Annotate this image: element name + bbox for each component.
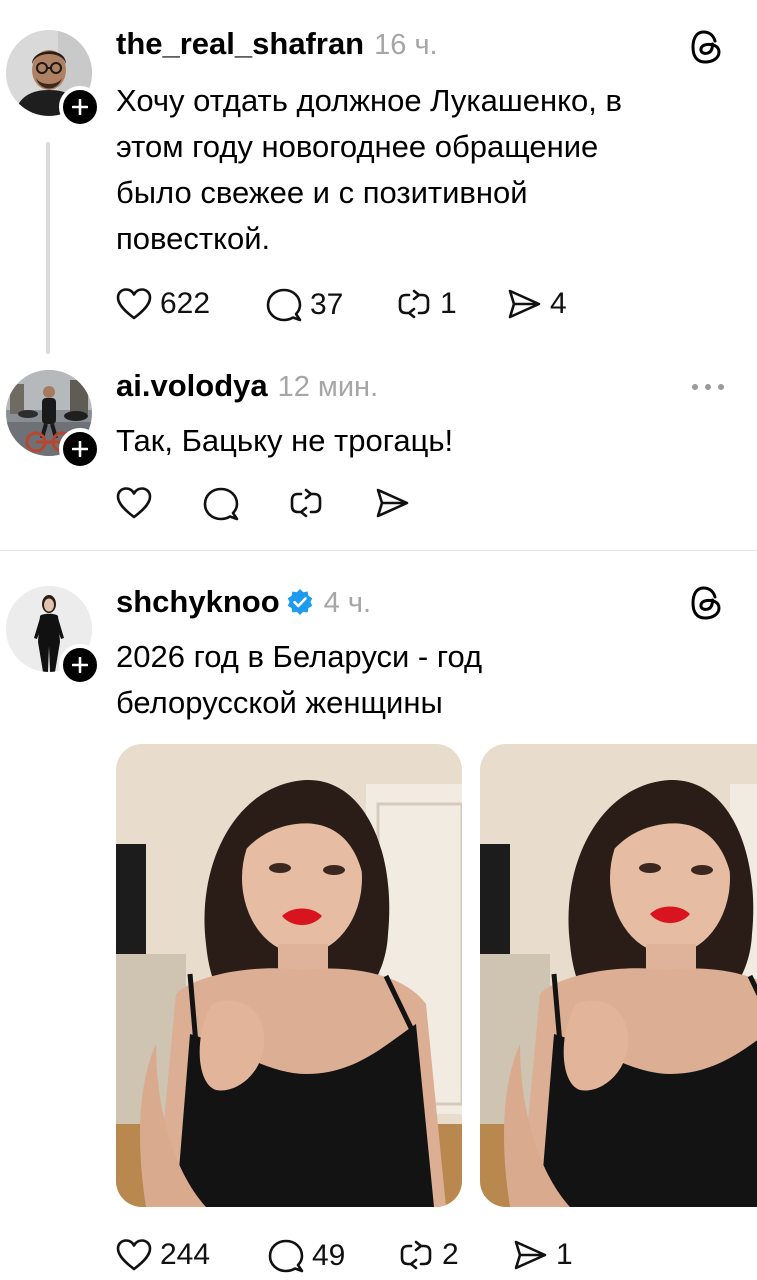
- like-count: 622: [160, 287, 211, 320]
- follow-plus-button[interactable]: [59, 428, 101, 470]
- username[interactable]: shchyknoo: [116, 584, 280, 620]
- repost-button[interactable]: 2: [398, 1238, 459, 1272]
- share-button[interactable]: [374, 486, 410, 520]
- like-button[interactable]: 622: [116, 287, 210, 321]
- plus-icon: [72, 441, 88, 457]
- plus-icon: [72, 99, 88, 115]
- heart-icon: [116, 1239, 152, 1271]
- repost-icon: [398, 289, 430, 319]
- follow-plus-button[interactable]: [59, 86, 101, 128]
- threads-logo-icon[interactable]: [690, 584, 724, 627]
- share-count: 1: [556, 1238, 573, 1271]
- woman-portrait-image: [116, 744, 462, 1207]
- repost-count: 2: [442, 1238, 459, 1271]
- comment-button[interactable]: 49: [268, 1238, 345, 1274]
- heart-icon: [116, 288, 152, 320]
- comment-icon: [203, 487, 239, 521]
- heart-icon: [116, 487, 152, 519]
- send-icon: [376, 488, 409, 518]
- post-photo[interactable]: [480, 744, 757, 1207]
- username[interactable]: ai.volodya: [116, 368, 268, 404]
- post-text-line: Так, Бацьку не трогаць!: [116, 423, 454, 458]
- post-text-line: Хочу отдать должное Лукашенко, в: [116, 83, 622, 118]
- post-photo[interactable]: [116, 744, 462, 1207]
- post-time: 16 ч.: [374, 29, 438, 61]
- threads-logo-icon[interactable]: [690, 28, 724, 71]
- post-text: Хочу отдать должное Лукашенко, в этом го…: [116, 78, 736, 262]
- post-divider: [0, 550, 757, 551]
- post-time: 12 мин.: [277, 371, 379, 403]
- post-text-line: 2026 год в Беларуси - год: [116, 639, 483, 674]
- comment-icon: [268, 1239, 304, 1273]
- post-text-line: этом году новогоднее обращение: [116, 129, 599, 164]
- verified-badge-icon: [286, 588, 314, 616]
- like-button[interactable]: [116, 486, 152, 520]
- post-text-line: белорусской женщины: [116, 685, 443, 720]
- repost-icon: [290, 488, 322, 518]
- post-text: Так, Бацьку не трогаць!: [116, 418, 736, 464]
- like-button[interactable]: 244: [116, 1238, 210, 1272]
- plus-icon: [72, 657, 88, 673]
- share-button[interactable]: 4: [506, 287, 567, 321]
- post-text-line: было свежее и с позитивной: [116, 175, 528, 210]
- post-text: 2026 год в Беларуси - год белорусской же…: [116, 634, 736, 726]
- follow-plus-button[interactable]: [59, 644, 101, 686]
- send-icon: [508, 289, 541, 319]
- post-text-line: повесткой.: [116, 221, 271, 256]
- comment-icon: [266, 288, 302, 322]
- more-options-icon[interactable]: [690, 380, 726, 398]
- post-time: 4 ч.: [323, 587, 372, 619]
- comment-count: 37: [310, 288, 344, 321]
- share-count: 4: [550, 287, 567, 320]
- comment-button[interactable]: 37: [266, 287, 343, 323]
- repost-icon: [400, 1240, 432, 1270]
- username[interactable]: the_real_shafran: [116, 26, 364, 62]
- comment-count: 49: [312, 1239, 346, 1272]
- woman-portrait-image: [480, 744, 757, 1207]
- share-button[interactable]: 1: [512, 1238, 573, 1272]
- repost-button[interactable]: [288, 486, 324, 520]
- like-count: 244: [160, 1238, 211, 1271]
- comment-button[interactable]: [203, 486, 239, 522]
- send-icon: [514, 1240, 547, 1270]
- repost-count: 1: [440, 287, 457, 320]
- thread-line: [46, 142, 50, 354]
- repost-button[interactable]: 1: [396, 287, 457, 321]
